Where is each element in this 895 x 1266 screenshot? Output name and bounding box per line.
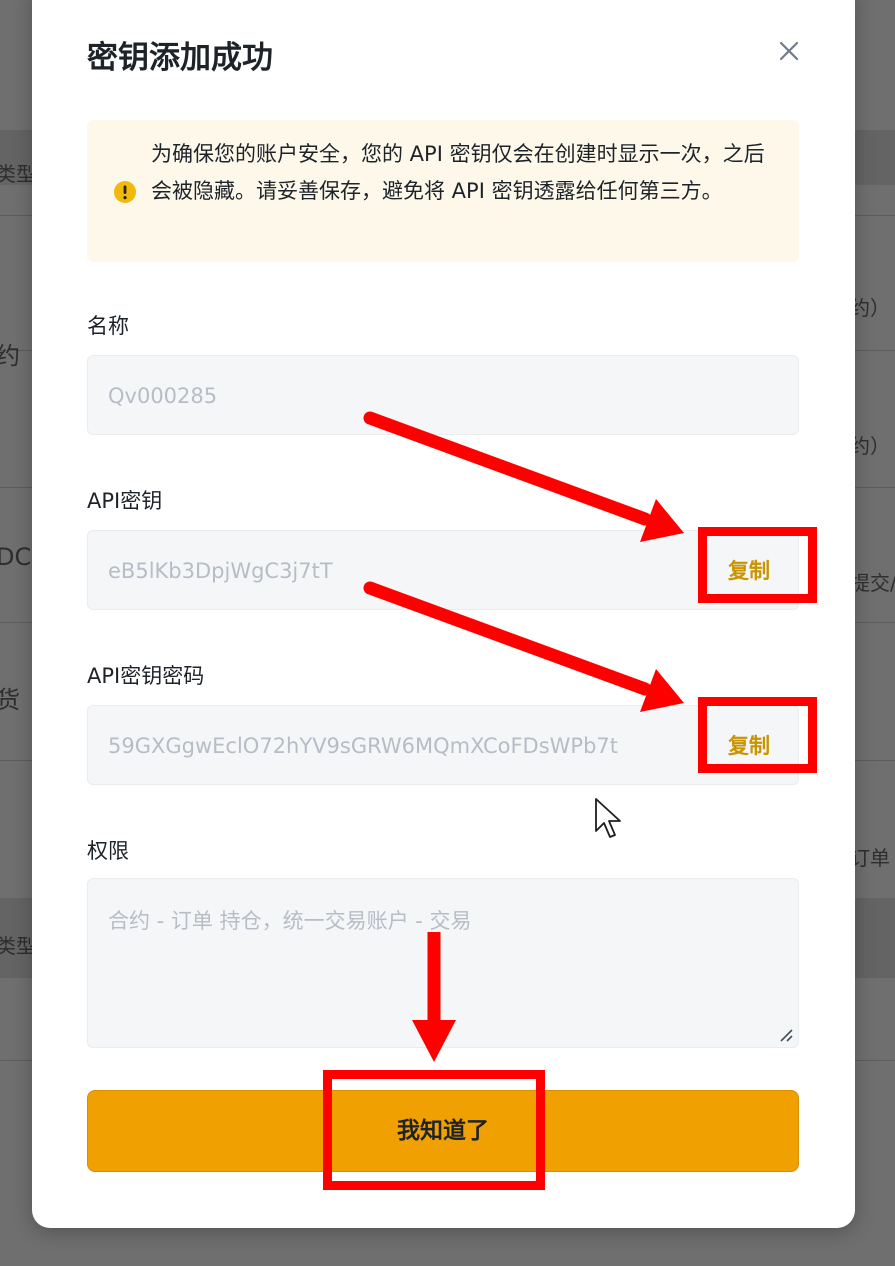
security-notice: 为确保您的账户安全，您的 API 密钥仅会在创建时显示一次，之后会被隐藏。请妥善… [87, 120, 799, 262]
name-value: Qv000285 [108, 384, 218, 408]
api-key-value: eB5lKb3DpjWgC3j7tT [108, 559, 333, 583]
bg-text: 约） [850, 296, 890, 320]
mouse-cursor-icon [595, 798, 621, 838]
close-button[interactable] [774, 36, 804, 66]
api-key-label: API密钥 [87, 489, 163, 513]
api-secret-value: 59GXGgwEclO72hYV9sGRW6MQmXCoFDsWPb7t [108, 734, 619, 758]
annotation-box-copy-secret [698, 697, 817, 773]
name-field[interactable]: Qv000285 [87, 355, 799, 435]
bg-text: 类型 [0, 934, 36, 958]
bg-text: 提交/ [850, 571, 895, 595]
bg-text: 约 [0, 342, 20, 370]
resize-handle-icon[interactable] [778, 1027, 794, 1043]
annotation-box-confirm [323, 1070, 545, 1190]
close-icon[interactable] [774, 36, 804, 66]
permission-label: 权限 [87, 839, 129, 863]
api-key-success-modal: 密钥添加成功 为确保您的账户安全，您的 API 密钥仅会在创建时显示一次，之后会… [32, 0, 855, 1228]
annotation-box-copy-key [698, 527, 817, 603]
notice-text: 为确保您的账户安全，您的 API 密钥仅会在创建时显示一次，之后会被隐藏。请妥善… [151, 142, 765, 203]
api-secret-label: API密钥密码 [87, 664, 205, 688]
bg-text: 货 [0, 686, 20, 714]
bg-text: 订单 [850, 846, 890, 870]
name-label: 名称 [87, 314, 129, 338]
permission-textarea[interactable]: 合约 - 订单 持仓，统一交易账户 - 交易 [87, 878, 799, 1048]
api-secret-field[interactable]: 59GXGgwEclO72hYV9sGRW6MQmXCoFDsWPb7t 复制 [87, 705, 799, 785]
warning-icon [114, 181, 136, 203]
modal-title: 密钥添加成功 [87, 40, 273, 76]
bg-text: 约） [850, 434, 890, 458]
bg-text: 类型 [0, 162, 36, 186]
api-key-field[interactable]: eB5lKb3DpjWgC3j7tT 复制 [87, 530, 799, 610]
permission-value: 合约 - 订单 持仓，统一交易账户 - 交易 [108, 909, 472, 933]
